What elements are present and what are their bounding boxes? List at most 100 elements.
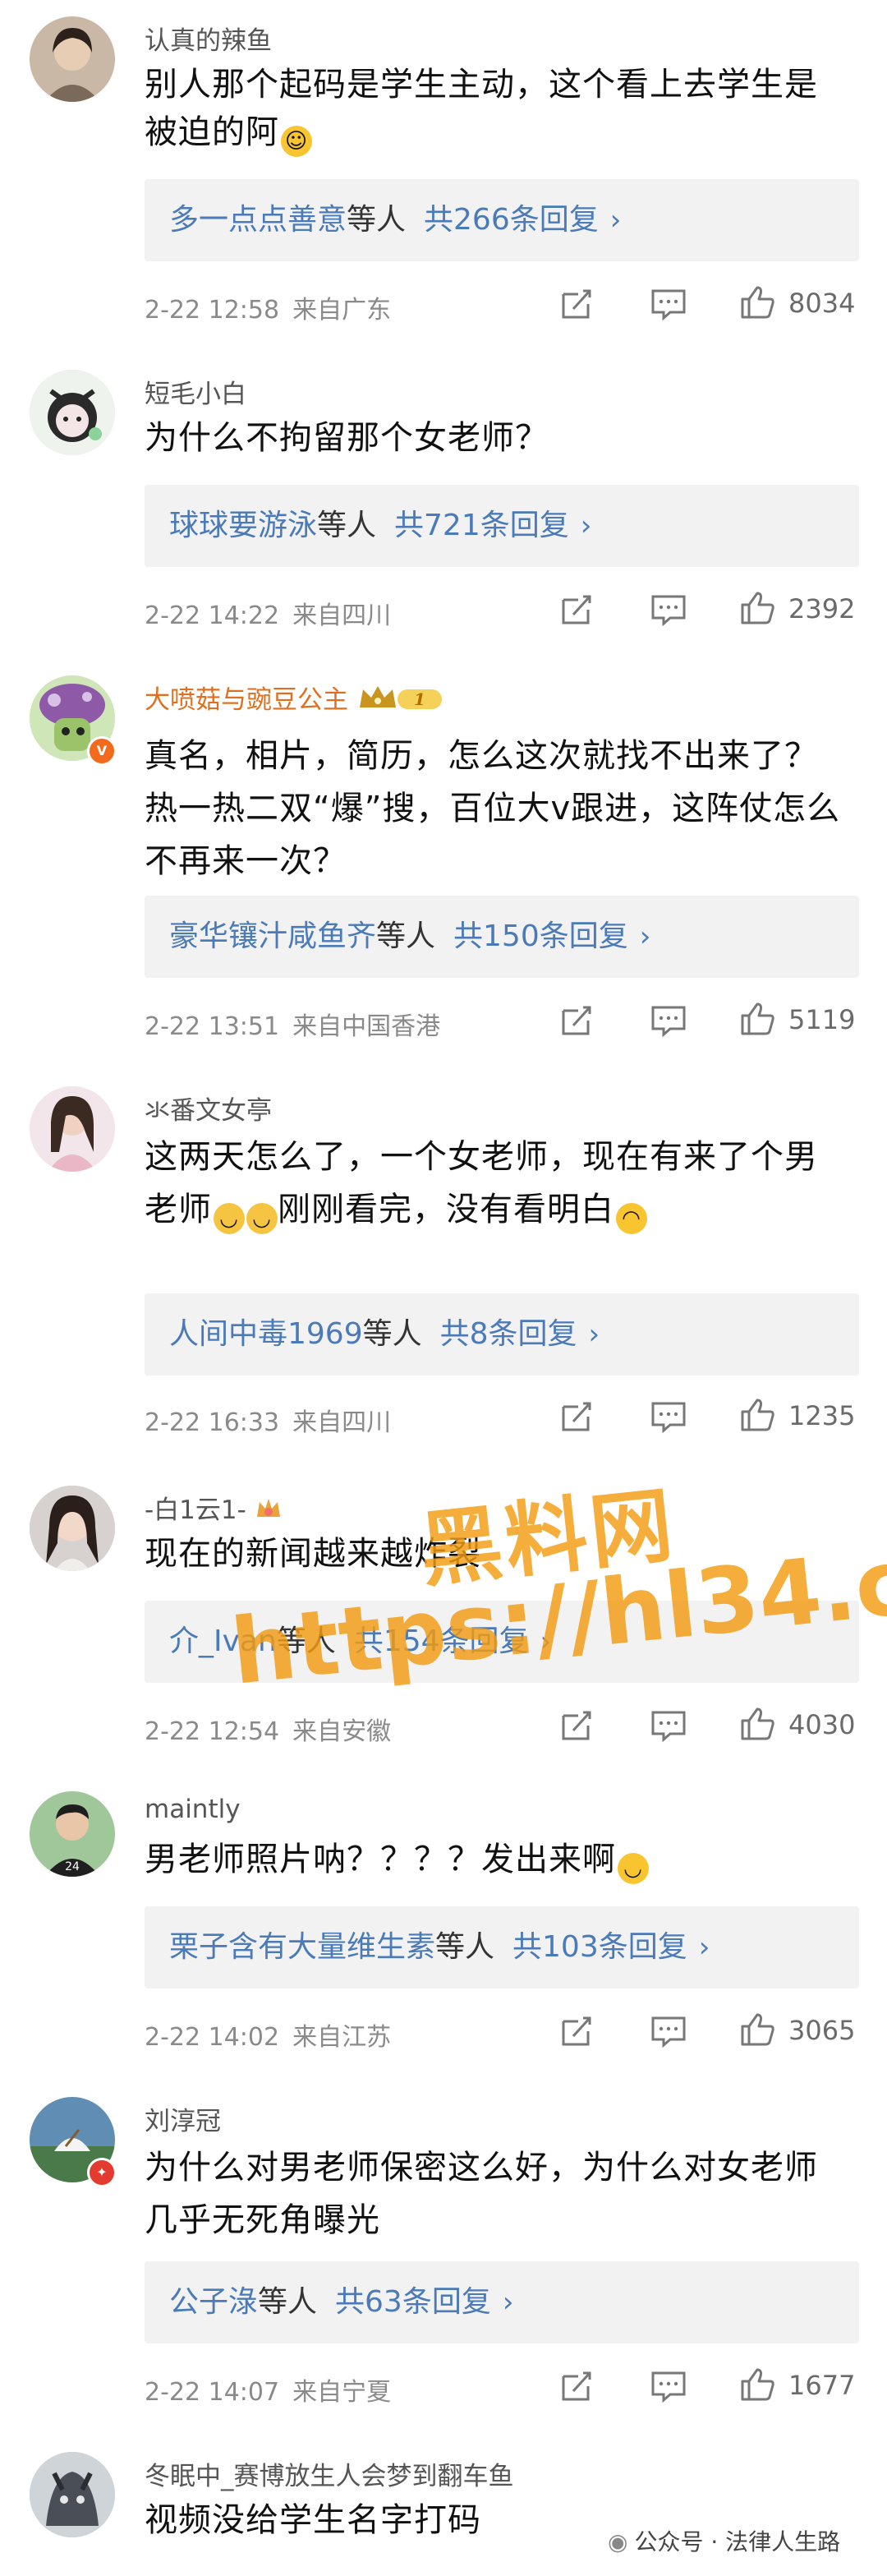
reply-names: 栗子含有大量维生素 — [169, 1930, 436, 1964]
reply-suffix: 等人 — [276, 1624, 336, 1658]
comment-meta: 2-22 14:07 来自宁夏 — [145, 2371, 391, 2408]
username-text: -白1云1- — [145, 1495, 246, 1525]
share-icon[interactable] — [560, 593, 595, 626]
reply-summary[interactable]: 人间中毒1969等人 共8条回复 › — [145, 1293, 859, 1376]
reply-names: 球球要游泳 — [169, 509, 318, 542]
comment-location: 来自中国香港 — [292, 1012, 441, 1041]
comment-icon[interactable] — [650, 2015, 687, 2048]
chevron-right-icon: › — [580, 509, 592, 542]
avatar[interactable] — [30, 370, 115, 455]
share-icon[interactable] — [560, 2370, 595, 2403]
reply-summary[interactable]: 栗子含有大量维生素等人 共103条回复 › — [145, 1906, 859, 1988]
username[interactable]: 认真的辣鱼 — [145, 20, 272, 57]
reply-suffix: 等人 — [362, 1317, 422, 1351]
crown-badge-icon — [255, 1495, 283, 1528]
chevron-right-icon: › — [639, 920, 651, 953]
like-count: 1235 — [788, 1400, 856, 1431]
like-count: 2392 — [788, 593, 856, 624]
chevron-right-icon: › — [609, 204, 622, 237]
reply-count: 共8条回复 — [439, 1317, 577, 1351]
share-icon[interactable] — [560, 1400, 595, 1433]
avatar[interactable]: 24 — [30, 1791, 115, 1877]
comment-icon[interactable] — [650, 1004, 687, 1037]
reply-suffix: 等人 — [317, 509, 377, 542]
comment-text-body: 男老师照片呐？？？？发出来啊 — [145, 1841, 616, 1878]
comment-meta: 2-22 14:02 来自江苏 — [145, 2016, 391, 2053]
username[interactable]: 刘淳冠 — [145, 2100, 221, 2137]
reply-suffix: 等人 — [258, 2285, 318, 2319]
like-icon[interactable] — [739, 2366, 775, 2403]
like-count: 4030 — [788, 1709, 856, 1740]
like-count: 8034 — [788, 288, 856, 319]
share-icon[interactable] — [560, 288, 595, 320]
like-icon[interactable] — [739, 2011, 775, 2048]
comment-text: 别人那个起码是学生主动，这个看上去学生是被迫的阿 ☺ — [145, 61, 843, 157]
comment-date: 2-22 12:54 — [145, 1717, 280, 1746]
share-icon[interactable] — [560, 2015, 595, 2048]
username[interactable]: 大喷菇与豌豆公主 1 — [145, 679, 447, 721]
username[interactable]: -白1云1- — [145, 1489, 283, 1528]
chevron-right-icon: › — [588, 1318, 600, 1351]
share-icon[interactable] — [560, 1709, 595, 1742]
comment-date: 2-22 14:02 — [145, 2023, 280, 2052]
username[interactable]: 短毛小白 — [145, 373, 246, 410]
comment-date: 2-22 16:33 — [145, 1408, 280, 1437]
reply-summary[interactable]: 球球要游泳等人 共721条回复 › — [145, 485, 859, 567]
chevron-right-icon: › — [502, 2286, 514, 2319]
wechat-icon: ◉ — [608, 2528, 628, 2555]
laugh-cry-emoji-icon: ◠ — [616, 1203, 647, 1234]
cat-face-icon: ◡ — [246, 1203, 278, 1234]
avatar[interactable] — [30, 16, 115, 102]
like-count: 1677 — [788, 2370, 856, 2401]
reply-count: 共154条回复 — [353, 1624, 529, 1658]
comment-text: 现在的新闻越来越炸裂 — [145, 1535, 481, 1573]
comment-meta: 2-22 14:22 来自四川 — [145, 595, 391, 631]
comment-date: 2-22 12:58 — [145, 296, 280, 325]
avatar[interactable] — [30, 2452, 115, 2537]
comment-text: 为什么不拘留那个女老师？ — [145, 419, 549, 457]
reply-names: 人间中毒1969 — [169, 1317, 363, 1351]
comment-text: 这两天怎么了，一个女老师，现在有来了个男老师 ◡ ◡ 刚刚看完，没有看明白 ◠ — [145, 1131, 843, 1236]
share-icon[interactable] — [560, 1004, 595, 1037]
avatar[interactable] — [30, 1086, 115, 1172]
comment-icon[interactable] — [650, 288, 687, 320]
like-count: 5119 — [788, 1004, 856, 1035]
smile-emoji-icon: ☺ — [281, 126, 312, 157]
like-icon[interactable] — [739, 1706, 775, 1742]
username[interactable]: 氺番文女亭 — [145, 1090, 272, 1127]
comment-location: 来自江苏 — [292, 2023, 392, 2052]
comment-meta: 2-22 12:54 来自安徽 — [145, 1711, 391, 1747]
like-icon[interactable] — [739, 590, 775, 626]
like-icon[interactable] — [739, 284, 775, 320]
comment-icon[interactable] — [650, 1400, 687, 1433]
reply-summary[interactable]: 介_Ivan等人 共154条回复 › — [145, 1601, 859, 1683]
reply-summary[interactable]: 公子淥等人 共63条回复 › — [145, 2261, 859, 2343]
comment-date: 2-22 14:22 — [145, 601, 280, 630]
comment-location: 来自广东 — [292, 296, 392, 325]
chevron-right-icon: › — [540, 1625, 552, 1658]
reply-summary[interactable]: 多一点点善意等人 共266条回复 › — [145, 179, 859, 261]
comment-location: 来自宁夏 — [292, 2378, 392, 2407]
reply-summary[interactable]: 豪华镶汁咸鱼齐等人 共150条回复 › — [145, 896, 859, 978]
comment-location: 来自四川 — [292, 601, 392, 630]
comment-meta: 2-22 16:33 来自四川 — [145, 1402, 391, 1438]
comment-icon[interactable] — [650, 2370, 687, 2403]
comment-icon[interactable] — [650, 593, 687, 626]
reply-suffix: 等人 — [435, 1930, 495, 1964]
like-icon[interactable] — [739, 1397, 775, 1433]
like-icon[interactable] — [739, 1001, 775, 1037]
comment-text-body: 别人那个起码是学生主动，这个看上去学生是被迫的阿 — [145, 66, 818, 151]
comment-icon[interactable] — [650, 1709, 687, 1742]
reply-names: 豪华镶汁咸鱼齐 — [169, 919, 377, 953]
chevron-right-icon: › — [698, 1931, 710, 1964]
username[interactable]: 冬眠中_赛博放生人会梦到翻车鱼 — [145, 2455, 514, 2492]
comment-text-body-2: 刚刚看完，没有看明白 — [278, 1191, 614, 1228]
avatar[interactable] — [30, 1486, 115, 1571]
comment-date: 2-22 14:07 — [145, 2378, 280, 2407]
username[interactable]: maintly — [145, 1795, 241, 1824]
username-text: 大喷菇与豌豆公主 — [145, 685, 348, 715]
crown-level-badge-icon: 1 — [356, 683, 447, 721]
svg-text:24: 24 — [65, 1860, 80, 1873]
like-count: 3065 — [788, 2015, 856, 2046]
reply-names: 多一点点善意 — [169, 203, 347, 237]
